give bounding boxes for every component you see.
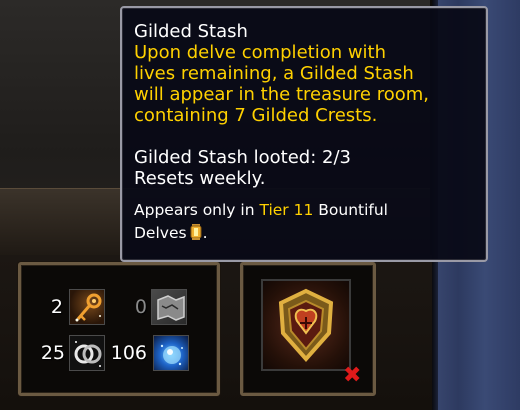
- tooltip-description-line: Upon delve completion with: [134, 42, 387, 63]
- currency-value: 25: [40, 342, 65, 364]
- gilded-stash-tooltip: Gilded Stash Upon delve completion with …: [120, 6, 488, 262]
- currency-panel: 2 0 25 106: [18, 262, 220, 396]
- tooltip-description-line: will appear in the treasure room,: [134, 84, 429, 105]
- lantern-icon: [189, 223, 203, 241]
- tooltip-availability: Appears only in Tier 11 Bountiful Delves…: [134, 199, 474, 245]
- currency-value: 106: [110, 342, 147, 364]
- tooltip-description-line: lives remaining, a Gilded Stash: [134, 63, 414, 84]
- currency-map[interactable]: 0: [129, 289, 187, 325]
- currency-key[interactable]: 2: [41, 289, 105, 325]
- gilded-stash-slot[interactable]: ✖: [240, 262, 376, 396]
- availability-tier: Tier 11: [259, 201, 314, 219]
- availability-end: .: [202, 224, 208, 242]
- currency-value: 0: [134, 296, 147, 318]
- availability-prefix: Appears only in: [134, 201, 260, 219]
- orb-icon: [153, 335, 189, 371]
- rings-icon: [69, 335, 105, 371]
- red-x-icon: ✖: [343, 363, 362, 388]
- currency-orb[interactable]: 106: [107, 335, 189, 371]
- tooltip-reset-info: Resets weekly.: [134, 168, 266, 189]
- gilded-stash-icon: [261, 279, 351, 371]
- map-icon: [151, 289, 187, 325]
- tooltip-looted-count: Gilded Stash looted: 2/3: [134, 147, 351, 168]
- currency-value: 2: [50, 296, 63, 318]
- currency-rings[interactable]: 25: [35, 335, 105, 371]
- key-icon: [69, 289, 105, 325]
- availability-suffix: Bountiful: [313, 201, 388, 219]
- availability-delves: Delves: [134, 224, 187, 242]
- tooltip-title: Gilded Stash: [134, 21, 248, 42]
- tooltip-description-line: containing 7 Gilded Crests.: [134, 105, 378, 126]
